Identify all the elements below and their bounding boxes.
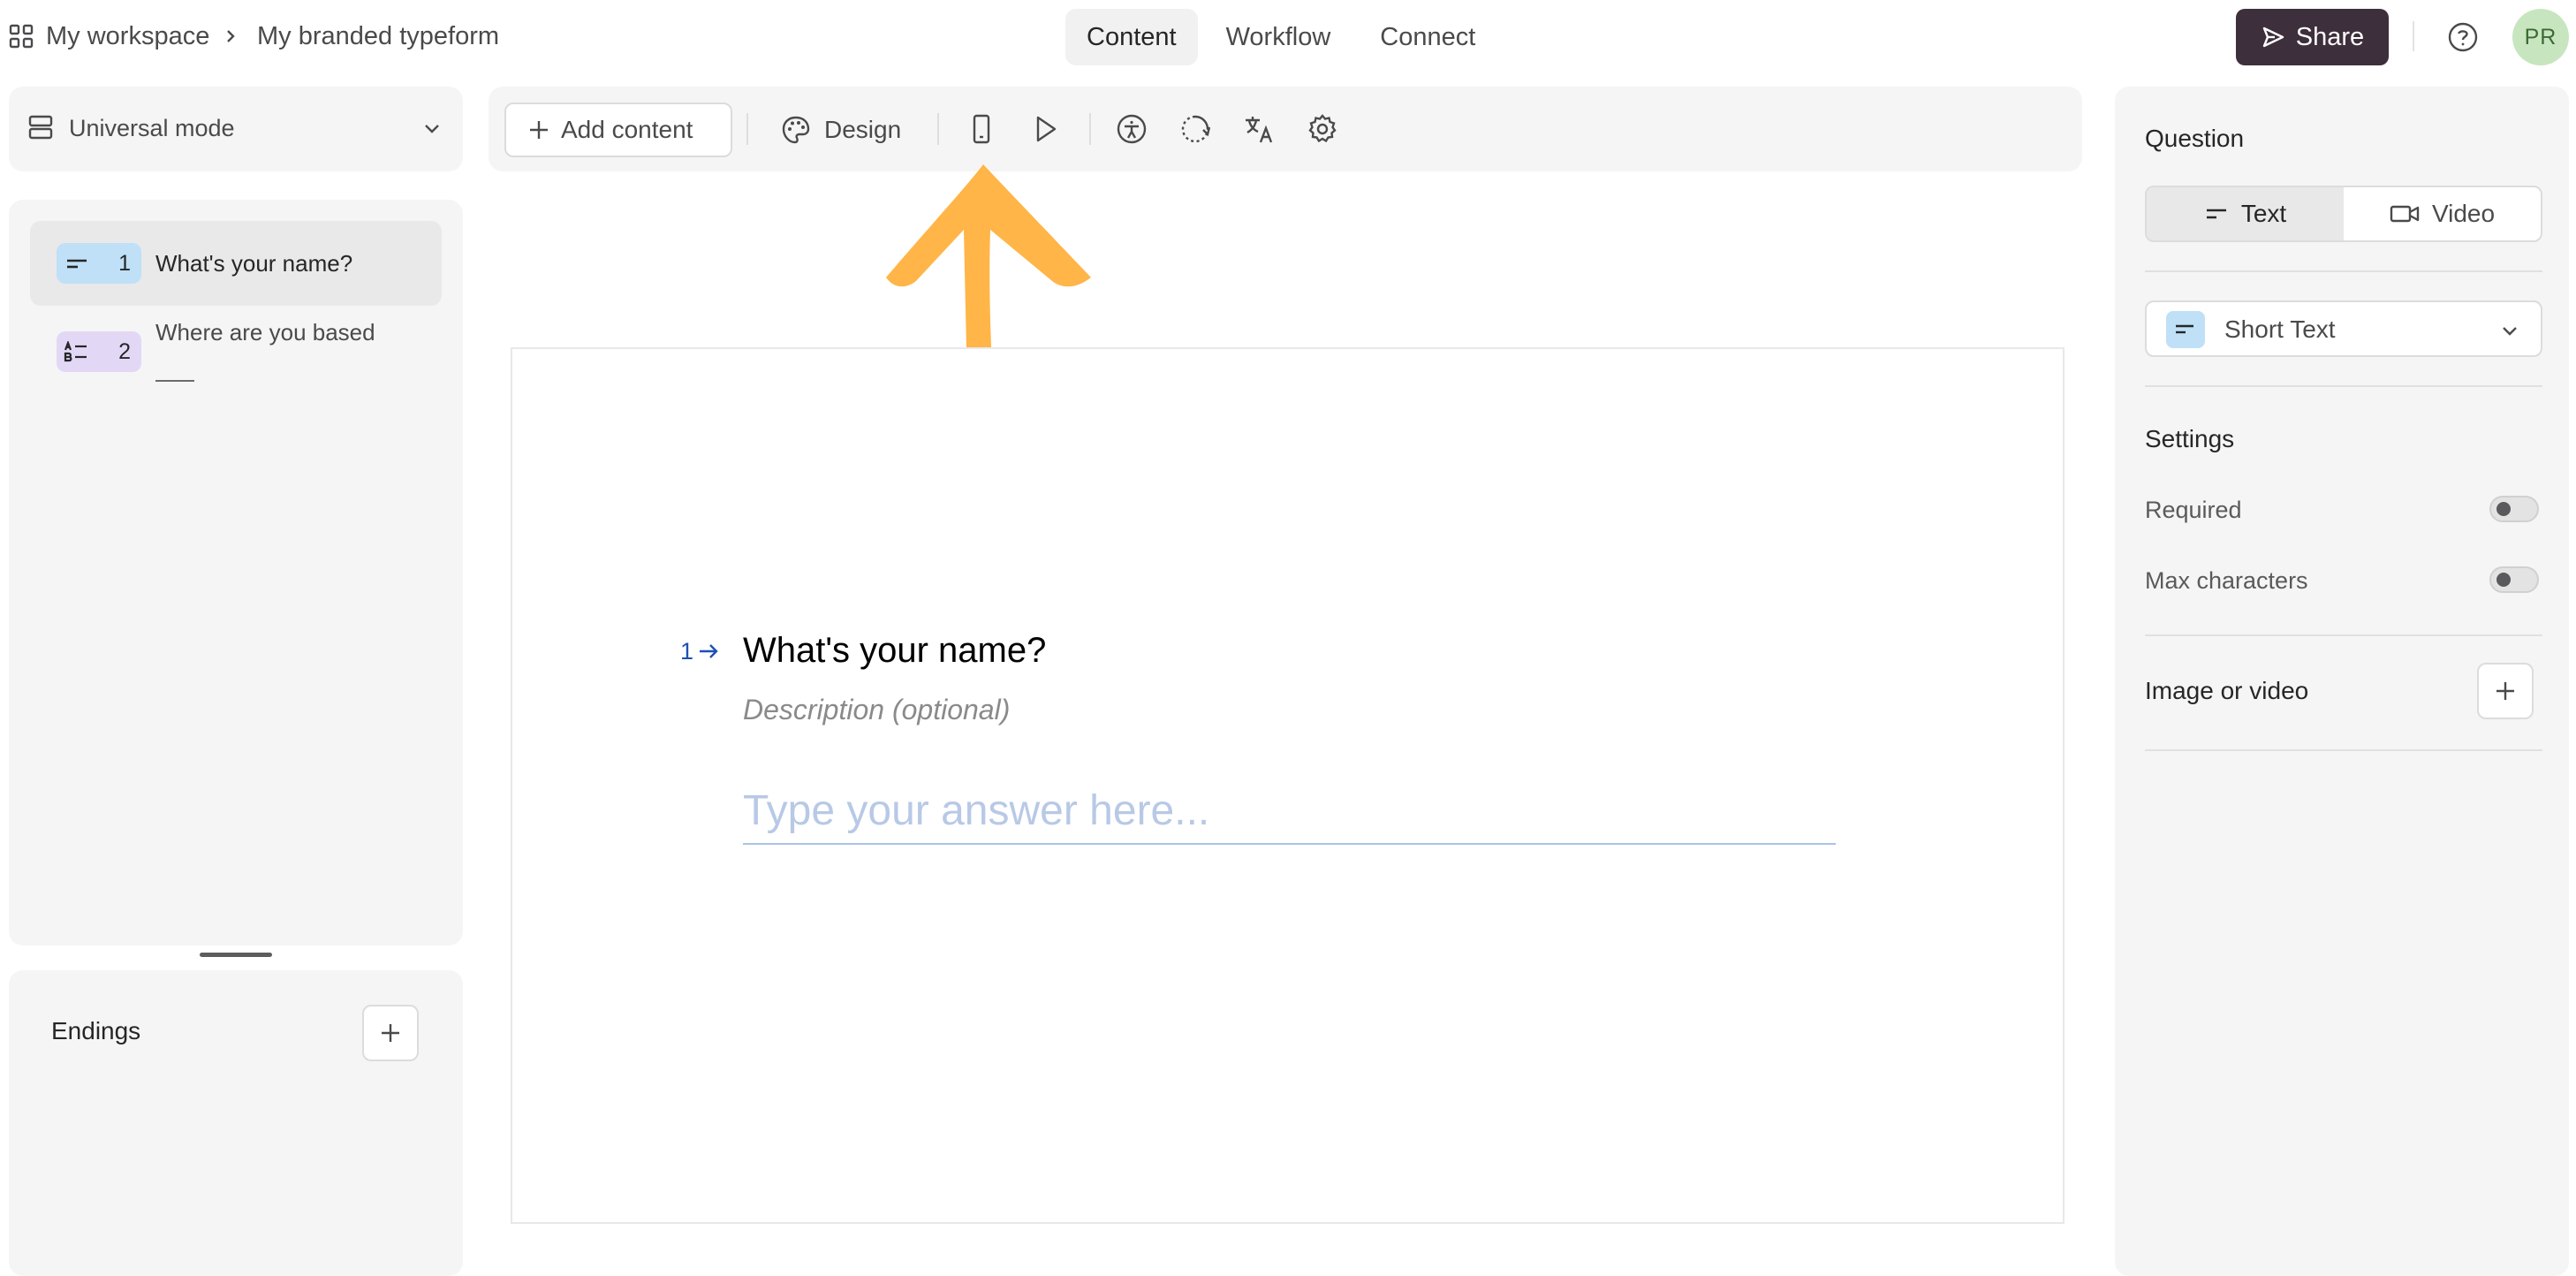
answer-placeholder-line [155, 380, 194, 382]
apps-grid-icon[interactable] [9, 24, 34, 49]
question-label: What's your name? [155, 250, 353, 277]
share-button[interactable]: Share [2236, 9, 2389, 65]
mode-label: Universal mode [69, 115, 235, 141]
tab-workflow[interactable]: Workflow [1205, 9, 1352, 65]
settings-icon[interactable] [1305, 111, 1340, 147]
required-toggle[interactable] [2489, 496, 2539, 522]
chevron-down-icon [2503, 327, 2517, 336]
question-item-2[interactable]: 2 Where are you based [30, 309, 442, 406]
accessibility-icon[interactable] [1114, 111, 1149, 147]
resize-handle[interactable] [200, 953, 272, 957]
max-characters-toggle[interactable] [2489, 566, 2539, 593]
divider [2413, 21, 2414, 51]
max-characters-label: Max characters [2145, 567, 2308, 594]
breadcrumb-form-name[interactable]: My branded typeform [257, 21, 499, 51]
divider [2145, 385, 2542, 387]
plus-icon [530, 121, 548, 139]
tab-connect[interactable]: Connect [1359, 9, 1496, 65]
add-media-button[interactable] [2477, 663, 2534, 719]
plus-icon [382, 1024, 399, 1042]
breadcrumb-workspace[interactable]: My workspace [46, 21, 209, 51]
editor-toolbar: Add content Design [489, 87, 2082, 171]
mobile-preview-icon[interactable] [964, 111, 999, 147]
divider [2145, 634, 2542, 636]
add-content-button[interactable]: Add content [504, 103, 732, 157]
question-number: 2 [118, 339, 131, 364]
divider [937, 113, 939, 145]
plus-icon [2496, 682, 2514, 700]
top-bar: My workspace My branded typeform Content… [0, 0, 2576, 72]
endings-panel: Endings [9, 970, 463, 1276]
format-text-option[interactable]: Text [2147, 187, 2344, 240]
avatar[interactable]: PR [2512, 9, 2569, 65]
format-video-option[interactable]: Video [2344, 187, 2541, 240]
main-tabs: Content Workflow Connect [1065, 9, 1496, 65]
layout-icon [28, 115, 53, 140]
required-label: Required [2145, 497, 2242, 523]
divider [2145, 749, 2542, 751]
share-label: Share [2295, 22, 2365, 51]
question-settings-panel: Question Text Video Short Text Settings … [2115, 87, 2569, 1276]
help-icon[interactable] [2447, 21, 2479, 53]
translate-icon[interactable] [1241, 111, 1277, 147]
image-or-video-label: Image or video [2145, 677, 2309, 704]
format-text-label: Text [2240, 200, 2287, 227]
palette-icon [782, 116, 810, 144]
question-heading: Question [2145, 125, 2245, 152]
format-video-label: Video [2431, 200, 2496, 227]
send-icon [2262, 27, 2284, 48]
design-button[interactable]: Design [780, 103, 901, 157]
canvas-question-description[interactable]: Description (optional) [743, 692, 1010, 727]
question-label: Where are you based [155, 319, 375, 346]
question-number: 1 [118, 251, 131, 276]
questions-list: 1 What's your name? 2 Where are you base… [9, 200, 463, 946]
short-text-badge [2166, 311, 2205, 348]
multiple-choice-icon [64, 341, 87, 362]
add-content-label: Add content [561, 116, 693, 143]
divider [746, 113, 748, 145]
chevron-down-icon [425, 125, 439, 133]
question-item-1[interactable]: 1 What's your name? [30, 221, 442, 306]
question-type-select[interactable]: Short Text [2145, 300, 2542, 357]
divider [1089, 113, 1091, 145]
chevron-right-icon [227, 30, 235, 42]
video-camera-icon [2390, 205, 2420, 223]
refresh-icon[interactable] [1178, 111, 1213, 147]
canvas-question-number: 1 [680, 638, 694, 665]
short-text-icon [2176, 324, 2193, 334]
endings-label: Endings [51, 1017, 141, 1044]
tab-content[interactable]: Content [1065, 9, 1198, 65]
question-type-badge: 1 [57, 243, 141, 284]
text-lines-icon [2206, 209, 2226, 219]
answer-input[interactable] [743, 778, 1836, 845]
arrow-right-icon [700, 644, 718, 658]
question-type-label: Short Text [2224, 315, 2336, 343]
add-ending-button[interactable] [362, 1005, 419, 1061]
play-icon[interactable] [1027, 111, 1063, 147]
question-format-toggle: Text Video [2145, 186, 2542, 242]
question-type-badge: 2 [57, 331, 141, 372]
divider [2145, 270, 2542, 272]
design-label: Design [824, 116, 902, 143]
mode-selector[interactable]: Universal mode [9, 87, 463, 171]
settings-heading: Settings [2145, 425, 2235, 452]
short-text-icon [67, 259, 87, 269]
question-number-indicator: 1 [680, 636, 720, 666]
canvas-question-title[interactable]: What's your name? [743, 629, 1046, 672]
